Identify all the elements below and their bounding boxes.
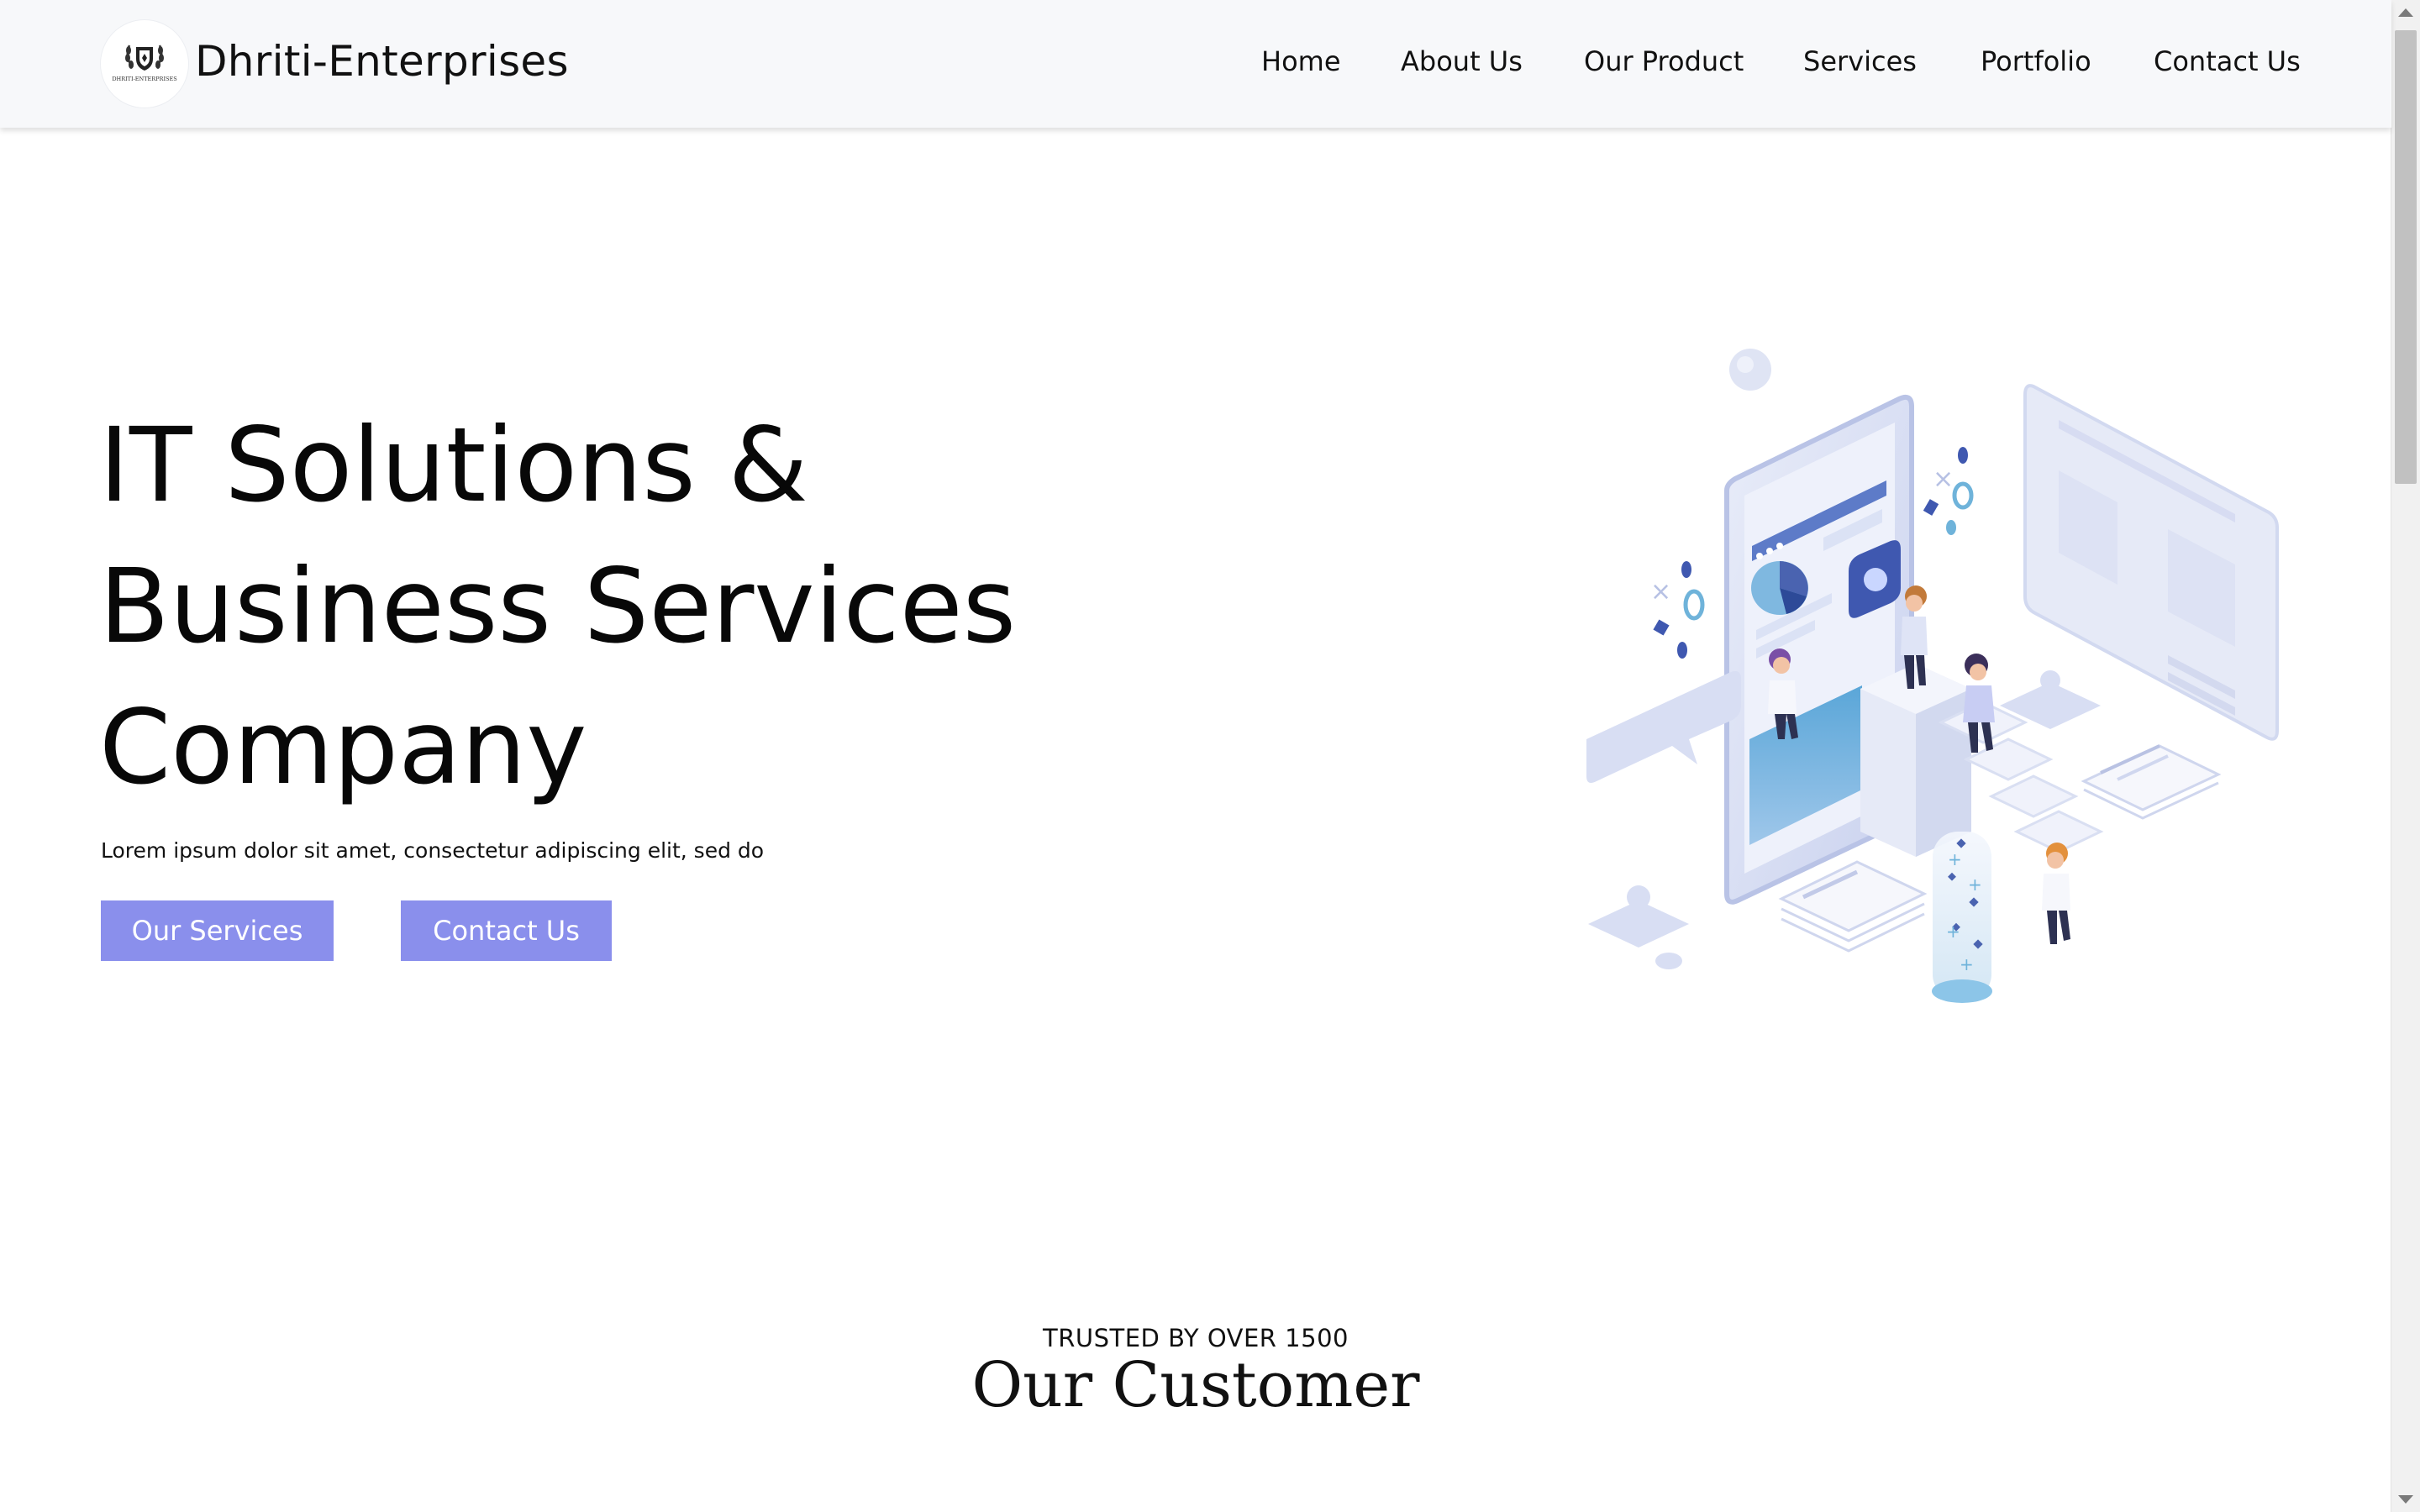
customers-title: Our Customer	[971, 1349, 1420, 1421]
scroll-up-arrow-icon[interactable]	[2398, 8, 2413, 17]
contact-us-button[interactable]: Contact Us	[401, 900, 612, 961]
nav-our-product[interactable]: Our Product	[1584, 45, 1744, 77]
hero-title-line: Business Services	[99, 547, 1017, 666]
nav-home[interactable]: Home	[1261, 45, 1341, 77]
main-nav: Home About Us Our Product Services Portf…	[0, 45, 2391, 87]
scrollbar-thumb[interactable]	[2395, 30, 2417, 484]
nav-portfolio[interactable]: Portfolio	[1981, 45, 2091, 77]
svg-text:+: +	[1948, 849, 1962, 869]
nav-about-us[interactable]: About Us	[1401, 45, 1523, 77]
svg-text:+: +	[1946, 921, 1960, 942]
page-scrollbar[interactable]	[2391, 0, 2420, 1512]
hero-subtitle: Lorem ipsum dolor sit amet, consectetur …	[101, 838, 765, 863]
hero-title-line: Company	[99, 688, 587, 807]
nav-contact-us[interactable]: Contact Us	[2154, 45, 2301, 77]
nav-services[interactable]: Services	[1803, 45, 1917, 77]
svg-text:+: +	[1960, 954, 1974, 974]
our-services-button[interactable]: Our Services	[101, 900, 334, 961]
hero-title: IT Solutions & Business Services Company	[99, 395, 1192, 818]
site-header: DHRITI-ENTERPRISES Dhriti-Enterprises Ho…	[0, 0, 2391, 128]
svg-text:×: ×	[1650, 577, 1671, 606]
scroll-down-arrow-icon[interactable]	[2398, 1495, 2413, 1504]
customers-kicker: TRUSTED BY OVER 1500	[1043, 1324, 1349, 1352]
hero-title-line: IT Solutions &	[99, 406, 808, 525]
isometric-phone-team-illustration-icon: + + + + × ×	[1580, 336, 2302, 1037]
svg-text:+: +	[1968, 874, 1982, 895]
svg-text:×: ×	[1933, 465, 1954, 494]
